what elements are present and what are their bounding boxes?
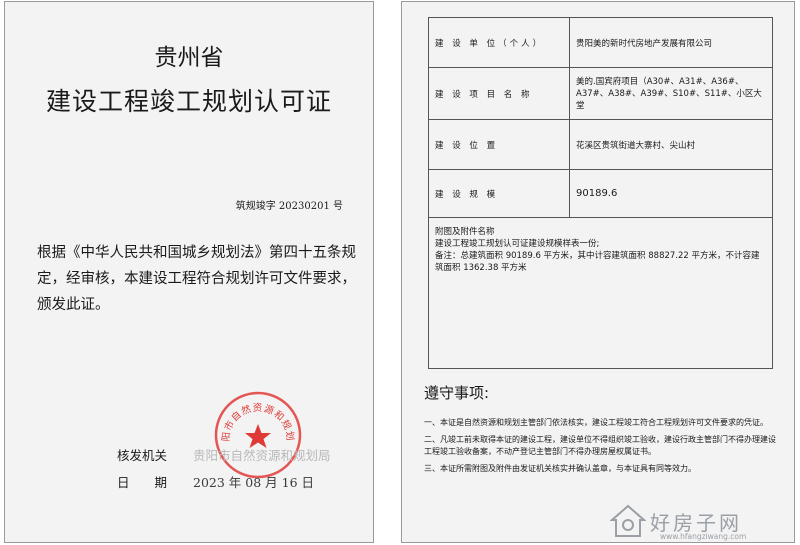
- table-row: 建 设 规 模 90189.6: [428, 169, 773, 218]
- house-logo-icon: [610, 504, 646, 537]
- notes-heading: 遵守事项:: [424, 384, 490, 402]
- row-label: 建 设 单 位（个人）: [428, 17, 570, 68]
- row-label: 建 设 项 目 名 称: [428, 67, 570, 120]
- attachments-remark: 备注：总建筑面积 90189.6 平方米，其中计容建筑面积 88827.22 平…: [435, 251, 760, 273]
- row-label: 建 设 位 置: [428, 119, 570, 170]
- certificate-back-page: 建 设 单 位（个人） 贵阳美的新时代房地产发展有限公司 建 设 项 目 名 称…: [401, 1, 795, 543]
- watermark-url: www.hfangziwang.com: [660, 532, 747, 541]
- row-value: 花溪区贵筑街道大寨村、尖山村: [569, 119, 773, 170]
- certificate-body-text: 根据《中华人民共和国城乡规划法》第四十五条规定，经审核，本建设工程符合规划许可文…: [37, 245, 356, 313]
- issuer-value: 贵阳市自然资源和规划局: [193, 448, 331, 463]
- project-info-table: 建 设 单 位（个人） 贵阳美的新时代房地产发展有限公司 建 设 项 目 名 称…: [428, 17, 773, 218]
- note-item: 一、本证是自然资源和规划主管部门依法核实，建设工程竣工符合工程规划许可文件要求的…: [424, 418, 768, 427]
- row-value: 美的.国宾府项目（A30#、A31#、A36#、A37#、A38#、A39#、S…: [569, 67, 773, 120]
- site-watermark: 好房子网 www.hfangziwang.com: [600, 502, 790, 542]
- attachments-title: 附图及附件名称: [435, 227, 495, 237]
- province-heading: 贵州省: [154, 45, 224, 71]
- table-row: 建 设 单 位（个人） 贵阳美的新时代房地产发展有限公司: [428, 17, 773, 68]
- row-value: 90189.6: [569, 169, 773, 218]
- note-item: 二、凡竣工前未取得本证的建设工程，建设单位不得组织竣工验收，建设行政主管部门不得…: [424, 434, 776, 457]
- document-number: 筑规竣字 20230201 号: [235, 201, 343, 212]
- issue-date: 2023 年 08 月 16 日: [193, 475, 314, 490]
- table-row: 建 设 位 置 花溪区贵筑街道大寨村、尖山村: [428, 119, 773, 170]
- notes-list: 一、本证是自然资源和规划主管部门依法核实，建设工程竣工符合工程规划许可文件要求的…: [424, 417, 776, 479]
- certificate-front-page: 贵州省 建设工程竣工规划认可证 筑规竣字 20230201 号 根据《中华人民共…: [4, 1, 374, 543]
- issuer-label: 核发机关: [117, 448, 168, 463]
- attachments-line: 建设工程竣工规划认可证建设规模样表一份;: [435, 239, 600, 249]
- date-label: 日 期: [117, 475, 168, 490]
- official-seal-stamp: 贵阳市自然资源和规划局: [213, 390, 302, 479]
- row-label: 建 设 规 模: [428, 169, 570, 218]
- row-value: 贵阳美的新时代房地产发展有限公司: [569, 17, 773, 68]
- attachments-section: 附图及附件名称 建设工程竣工规划认可证建设规模样表一份; 备注：总建筑面积 90…: [428, 217, 773, 369]
- note-item: 三、本证所需附图及附件由发证机关核实并确认盖章，与本证具有同等效力。: [424, 463, 696, 473]
- certificate-title: 建设工程竣工规划认可证: [45, 87, 332, 116]
- table-row: 建 设 项 目 名 称 美的.国宾府项目（A30#、A31#、A36#、A37#…: [428, 67, 773, 120]
